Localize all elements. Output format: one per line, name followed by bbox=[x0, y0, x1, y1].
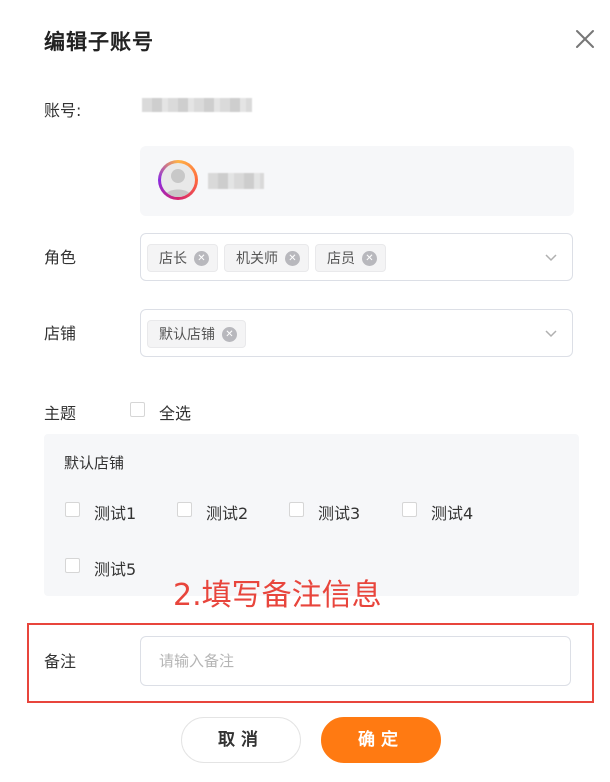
dialog-title: 编辑子账号 bbox=[44, 30, 154, 54]
theme-option-checkbox[interactable] bbox=[177, 502, 192, 517]
chevron-down-icon[interactable] bbox=[544, 251, 558, 265]
theme-option-checkbox[interactable] bbox=[65, 502, 80, 517]
role-select[interactable]: 店长 ✕ 机关师 ✕ 店员 ✕ bbox=[140, 233, 573, 281]
remark-input[interactable] bbox=[140, 636, 571, 686]
role-tag: 机关师 ✕ bbox=[224, 244, 309, 272]
select-all-label: 全选 bbox=[159, 404, 192, 423]
theme-option-checkbox[interactable] bbox=[65, 558, 80, 573]
annotation-text: 2.填写备注信息 bbox=[173, 578, 382, 613]
theme-option-label: 测试2 bbox=[206, 504, 249, 523]
tag-close-icon[interactable]: ✕ bbox=[362, 250, 377, 266]
edit-sub-account-dialog: 编辑子账号 账号: 角色 店长 ✕ 机关师 ✕ 店员 ✕ 店铺 默认店铺 ✕ 主… bbox=[0, 0, 610, 782]
select-all-checkbox[interactable] bbox=[130, 402, 145, 417]
role-tag: 店长 ✕ bbox=[147, 244, 218, 272]
remark-label: 备注 bbox=[44, 652, 77, 671]
tag-close-icon[interactable]: ✕ bbox=[285, 250, 300, 266]
role-tag-label: 机关师 bbox=[236, 251, 278, 267]
cancel-button[interactable]: 取消 bbox=[181, 717, 301, 763]
store-tag: 默认店铺 ✕ bbox=[147, 320, 246, 348]
close-icon[interactable] bbox=[570, 24, 600, 54]
role-tag-label: 店员 bbox=[327, 251, 355, 267]
avatar-icon bbox=[161, 163, 195, 197]
theme-option-checkbox[interactable] bbox=[402, 502, 417, 517]
store-tags: 默认店铺 ✕ bbox=[147, 320, 246, 348]
theme-option-checkbox[interactable] bbox=[289, 502, 304, 517]
role-label: 角色 bbox=[44, 248, 77, 267]
role-tag-label: 店长 bbox=[159, 251, 187, 267]
theme-group-title: 默认店铺 bbox=[64, 454, 125, 472]
chevron-down-icon[interactable] bbox=[544, 327, 558, 341]
theme-option-label: 测试3 bbox=[318, 504, 361, 523]
avatar bbox=[158, 160, 198, 200]
role-tag: 店员 ✕ bbox=[315, 244, 386, 272]
store-tag-label: 默认店铺 bbox=[159, 327, 215, 343]
store-label: 店铺 bbox=[44, 324, 77, 343]
store-select[interactable]: 默认店铺 ✕ bbox=[140, 309, 573, 357]
theme-option-label: 测试4 bbox=[431, 504, 474, 523]
account-value-obscured bbox=[142, 98, 252, 112]
confirm-button[interactable]: 确定 bbox=[321, 717, 441, 763]
account-label: 账号: bbox=[44, 101, 82, 120]
role-tags: 店长 ✕ 机关师 ✕ 店员 ✕ bbox=[147, 244, 386, 272]
tag-close-icon[interactable]: ✕ bbox=[222, 326, 237, 342]
user-name-obscured bbox=[208, 173, 264, 189]
tag-close-icon[interactable]: ✕ bbox=[194, 250, 209, 266]
theme-label: 主题 bbox=[44, 404, 77, 423]
user-card bbox=[140, 146, 574, 216]
theme-option-label: 测试1 bbox=[94, 504, 137, 523]
theme-option-label: 测试5 bbox=[94, 560, 137, 579]
